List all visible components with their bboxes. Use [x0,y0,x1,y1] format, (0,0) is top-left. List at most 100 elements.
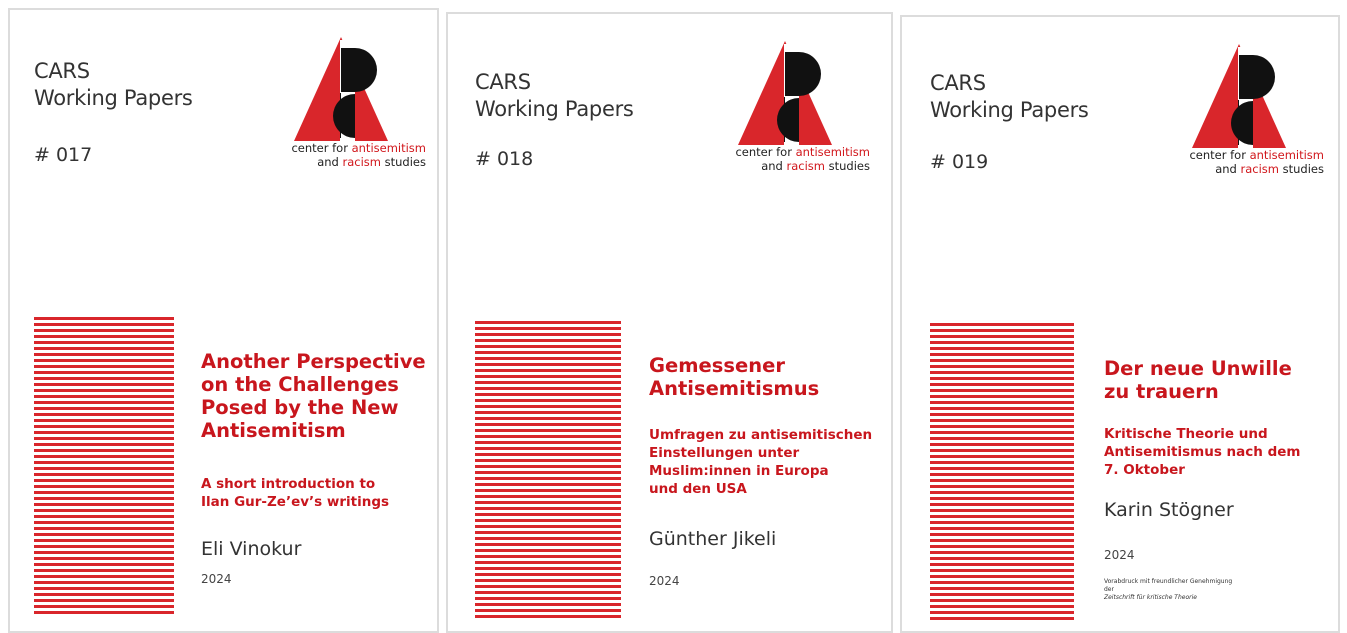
stripe-line [34,401,174,404]
stripe-line [475,519,621,522]
stripe-line [930,545,1074,548]
stripe-line [34,353,174,356]
stripe-line [930,341,1074,344]
working-paper-cover-019[interactable]: CARS Working Papers # 019 center for ant… [900,15,1340,633]
stripe-line [475,507,621,510]
stripe-line [34,527,174,530]
stripe-line [475,537,621,540]
stripe-line [34,611,174,614]
stripe-line [475,579,621,582]
stripe-line [475,471,621,474]
stripe-line [930,497,1074,500]
stripe-line [930,485,1074,488]
cars-triangle-logo-icon [738,41,832,145]
stripe-line [930,467,1074,470]
stripe-line [475,603,621,606]
paper-subtitle: A short introduction to Ilan Gur-Ze’ev’s… [201,476,390,510]
stripe-line [34,323,174,326]
stripe-line [34,335,174,338]
stripe-line [475,393,621,396]
stripe-line [475,555,621,558]
stripe-line [34,383,174,386]
cars-logo: center for antisemitism and racism studi… [1164,41,1324,176]
stripe-line [34,341,174,344]
cars-triangle-logo-icon [1192,44,1286,148]
paper-title: Der neue Unwille zu trauern [1104,357,1292,403]
stripe-line [475,435,621,438]
stripe-line [34,563,174,566]
stripe-line [475,453,621,456]
stripe-line [34,599,174,602]
stripe-line [34,545,174,548]
series-title: CARS Working Papers [475,70,634,121]
stripe-line [930,503,1074,506]
stripe-line [34,359,174,362]
stripe-line [475,483,621,486]
stripe-line [930,605,1074,608]
stripe-line [930,533,1074,536]
stripe-line [930,527,1074,530]
stripe-line [475,423,621,426]
working-paper-cover-018[interactable]: CARS Working Papers # 018 center for ant… [446,12,893,633]
stripe-line [34,407,174,410]
stripe-line [475,339,621,342]
stripe-line [475,381,621,384]
stripe-line [930,587,1074,590]
stripe-line [34,521,174,524]
stripe-line [34,419,174,422]
stripe-line [930,353,1074,356]
stripe-pattern [930,323,1074,623]
stripe-line [475,399,621,402]
paper-subtitle: Umfragen zu antisemitischen Einstellunge… [649,427,873,497]
org-name: center for antisemitism and racism studi… [1189,148,1324,176]
stripe-line [475,501,621,504]
stripe-line [475,573,621,576]
stripe-line [475,441,621,444]
stripe-line [930,563,1074,566]
stripe-line [930,611,1074,614]
stripe-line [930,377,1074,380]
stripe-line [930,389,1074,392]
paper-number: # 017 [34,144,93,166]
stripe-line [930,593,1074,596]
stripe-line [34,587,174,590]
stripe-line [475,465,621,468]
stripe-line [930,599,1074,602]
stripe-line [930,569,1074,572]
stripe-line [930,473,1074,476]
stripe-line [34,539,174,542]
stripe-line [34,389,174,392]
org-name: center for antisemitism and racism studi… [291,141,426,169]
stripe-line [475,549,621,552]
stripe-line [34,425,174,428]
stripe-line [34,551,174,554]
working-paper-cover-017[interactable]: CARS Working Papers # 017 center for ant… [8,8,439,633]
paper-title: Gemessener Antisemitismus [649,354,820,400]
stripe-line [930,329,1074,332]
stripe-line [930,479,1074,482]
stripe-line [475,543,621,546]
stripe-line [930,509,1074,512]
stripe-line [34,449,174,452]
stripe-line [475,429,621,432]
stripe-line [475,459,621,462]
stripe-line [34,485,174,488]
stripe-line [930,443,1074,446]
stripe-line [930,407,1074,410]
stripe-pattern [34,317,174,617]
paper-number: # 019 [930,151,989,173]
stripe-line [475,567,621,570]
reprint-note: Vorabdruck mit freundlicher Genehmigung … [1104,578,1233,601]
stripe-line [34,371,174,374]
stripe-line [930,449,1074,452]
paper-year: 2024 [1104,548,1135,562]
stripe-line [475,357,621,360]
stripe-line [930,419,1074,422]
stripe-line [34,593,174,596]
stripe-line [930,461,1074,464]
stripe-line [930,617,1074,620]
stripe-line [930,551,1074,554]
paper-year: 2024 [201,572,232,586]
stripe-line [34,443,174,446]
stripe-line [475,405,621,408]
